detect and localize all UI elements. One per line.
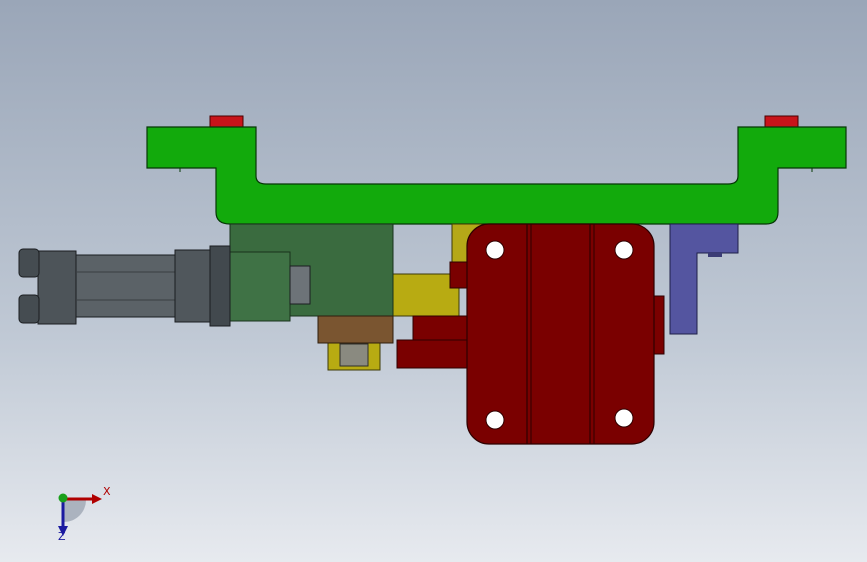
mount-hole-top-right [614, 240, 634, 260]
cylinder-head[interactable] [174, 249, 212, 323]
piston-rod[interactable] [289, 265, 311, 305]
gripper-jaw[interactable] [396, 339, 470, 369]
nut[interactable] [339, 343, 369, 367]
orientation-triad: X Z [44, 478, 124, 548]
locating-pin-left[interactable] [209, 115, 244, 129]
cylinder-flange[interactable] [209, 245, 231, 327]
mount-hole-bottom-left [485, 410, 505, 430]
mounting-bracket[interactable] [146, 126, 847, 225]
mount-hole-bottom-right [614, 408, 634, 428]
triad-graphic [58, 493, 102, 536]
cylinder-end-cap[interactable] [37, 250, 77, 325]
brown-block[interactable] [317, 315, 394, 344]
side-plate-bolt [708, 253, 722, 257]
assembly-model[interactable] [0, 0, 867, 562]
side-plate[interactable] [669, 223, 739, 335]
x-axis-arrowhead [92, 494, 102, 504]
cylinder-mount-flange[interactable] [229, 251, 291, 322]
y-axis-dot [58, 493, 68, 503]
gripper-arm-lower[interactable] [412, 315, 474, 343]
mount-hole-top-left [485, 240, 505, 260]
x-axis-label: X [103, 485, 111, 498]
tie-rod-nut-bottom[interactable] [18, 294, 40, 324]
z-axis-label: Z [58, 530, 66, 543]
cylinder-barrel[interactable] [75, 254, 177, 318]
tie-rod-nut-top[interactable] [18, 248, 40, 278]
graphics-viewport[interactable]: X Z [0, 0, 867, 562]
locating-pin-right[interactable] [764, 115, 799, 129]
